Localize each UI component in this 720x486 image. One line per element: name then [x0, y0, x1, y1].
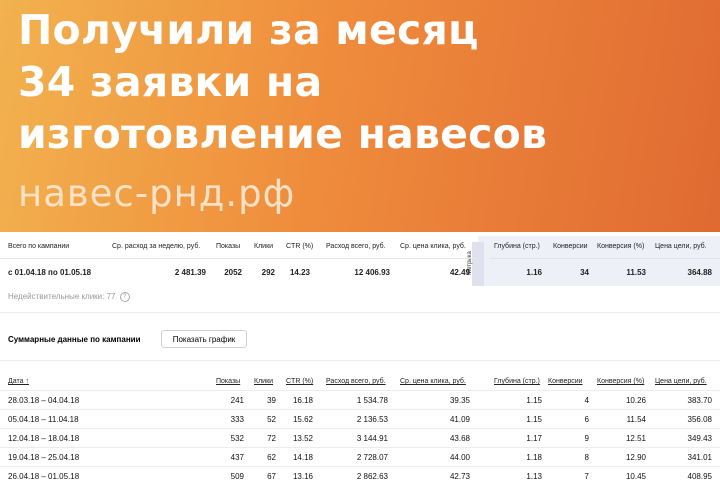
- summary-cpc: 42.49: [449, 268, 470, 277]
- cell-date: 28.03.18 – 04.04.18: [8, 396, 80, 405]
- cell-ctr: 15.62: [292, 415, 313, 424]
- cell-conv: 8: [584, 453, 589, 462]
- summary-header-spend: Расход всего, руб.: [326, 243, 386, 250]
- cell-conv: 6: [584, 415, 589, 424]
- cell-conv-pct: 12.90: [625, 453, 646, 462]
- cell-conv-pct: 11.54: [626, 415, 646, 424]
- cell-date: 05.04.18 – 11.04.18: [8, 415, 79, 424]
- summary-shows: 2052: [224, 268, 242, 277]
- summary-ctr: 14.23: [289, 268, 310, 277]
- column-header-date[interactable]: Дата ↑: [8, 378, 29, 385]
- summary-header-shows: Показы: [216, 243, 241, 250]
- summary-header-conv: Конверсии: [553, 243, 588, 250]
- invalid-clicks: Недействительные клики: 77 ?: [8, 292, 130, 302]
- cell-spend: 2 136.53: [356, 415, 388, 424]
- help-icon[interactable]: ?: [119, 292, 130, 302]
- cell-date: 12.04.18 – 18.04.18: [8, 434, 80, 443]
- column-header-shows[interactable]: Показы: [216, 378, 240, 385]
- summary-clicks: 292: [261, 268, 275, 277]
- cell-shows: 532: [230, 434, 244, 443]
- cell-clicks: 39: [267, 396, 276, 405]
- summary-weekly: 2 481.39: [174, 268, 206, 277]
- cell-date: 19.04.18 – 25.04.18: [8, 453, 80, 462]
- summary-header-campaign: Всего по кампании: [8, 243, 70, 250]
- table-row: 19.04.18 – 25.04.18 437 62 14.18 2 728.0…: [0, 447, 720, 467]
- summary-header-ctr: CTR (%): [286, 243, 314, 250]
- site-domain: навес-рнд.рф: [18, 172, 296, 215]
- cell-clicks: 72: [267, 434, 276, 443]
- cell-goal-price: 383.70: [687, 396, 712, 405]
- cell-goal-price: 341.01: [687, 453, 712, 462]
- summary-header-goal-price: Цена цели, руб.: [655, 243, 707, 250]
- divider: [0, 360, 720, 361]
- invalid-clicks-label: Недействительные клики: 77: [8, 292, 116, 302]
- cell-shows: 437: [230, 453, 244, 462]
- cell-shows: 241: [230, 396, 244, 405]
- cell-cpc: 41.09: [449, 415, 470, 424]
- summary-goal-price: 364.88: [687, 268, 712, 277]
- cell-clicks: 52: [267, 415, 276, 424]
- banner-headline: Получили за месяц 34 заявки на изготовле…: [18, 4, 547, 160]
- cell-cpc: 44.00: [449, 453, 470, 462]
- summary-header-conv-pct: Конверсия (%): [597, 243, 645, 250]
- direct-stats-panel: Метрика Всего по кампании Ср. расход за …: [0, 232, 720, 481]
- table-row: 28.03.18 – 04.04.18 241 39 16.18 1 534.7…: [0, 390, 720, 410]
- promo-banner: Получили за месяц 34 заявки на изготовле…: [0, 0, 720, 232]
- table-row: 12.04.18 – 18.04.18 532 72 13.52 3 144.9…: [0, 428, 720, 448]
- column-header-clicks[interactable]: Клики: [254, 378, 273, 385]
- show-chart-button[interactable]: Показать график: [161, 330, 247, 348]
- cell-goal-price: 349.43: [687, 434, 712, 443]
- cell-conv-pct: 10.26: [625, 396, 646, 405]
- column-header-conv-pct[interactable]: Конверсия (%): [597, 378, 644, 385]
- table-row: 05.04.18 – 11.04.18 333 52 15.62 2 136.5…: [0, 409, 720, 429]
- headline-line: 34 заявки на: [18, 58, 323, 106]
- cell-depth: 1.18: [526, 453, 542, 462]
- campaign-total-summary: Метрика Всего по кампании Ср. расход за …: [0, 236, 720, 286]
- headline-line: Получили за месяц: [18, 6, 479, 54]
- divider: [0, 312, 720, 313]
- cell-depth: 1.15: [526, 396, 542, 405]
- summary-conv-pct: 11.53: [626, 268, 646, 277]
- cell-shows: 333: [230, 415, 244, 424]
- cell-ctr: 13.52: [292, 434, 313, 443]
- campaign-summary-title: Суммарные данные по кампании: [8, 335, 141, 344]
- cell-cpc: 43.68: [449, 434, 470, 443]
- cell-conv: 4: [584, 396, 589, 405]
- metrika-toggle[interactable]: Метрика: [467, 242, 484, 286]
- cell-ctr: 14.18: [292, 453, 313, 462]
- cell-spend: 1 534.78: [356, 396, 388, 405]
- cell-depth: 1.17: [526, 434, 542, 443]
- cell-clicks: 62: [267, 453, 276, 462]
- summary-header-depth: Глубина (стр.): [494, 243, 540, 250]
- summary-depth: 1.16: [526, 268, 542, 277]
- cell-depth: 1.15: [526, 415, 542, 424]
- summary-spend: 12 406.93: [354, 268, 390, 277]
- column-header-conv[interactable]: Конверсии: [548, 378, 583, 385]
- cell-goal-price: 356.08: [687, 415, 712, 424]
- column-header-spend[interactable]: Расход всего, руб.: [326, 378, 386, 385]
- cell-spend: 3 144.91: [356, 434, 388, 443]
- cell-cpc: 39.35: [449, 396, 470, 405]
- headline-line: изготовление навесов: [18, 110, 548, 158]
- summary-header-weekly: Ср. расход за неделю, руб.: [112, 243, 201, 250]
- cell-spend: 2 728.07: [356, 453, 388, 462]
- column-header-goal-price[interactable]: Цена цели, руб.: [655, 378, 707, 385]
- table-row: 26.04.18 – 01.05.18 509 67 13.16 2 862.6…: [0, 466, 720, 486]
- cell-conv-pct: 12.51: [625, 434, 646, 443]
- cell-conv: 9: [584, 434, 589, 443]
- summary-header-clicks: Клики: [254, 243, 274, 250]
- column-header-cpc[interactable]: Ср. цена клика, руб.: [400, 378, 466, 385]
- cell-ctr: 16.18: [292, 396, 313, 405]
- summary-period: с 01.04.18 по 01.05.18: [8, 268, 92, 277]
- summary-conv: 34: [580, 268, 589, 277]
- column-header-ctr[interactable]: CTR (%): [286, 378, 313, 385]
- column-header-depth[interactable]: Глубина (стр.): [494, 378, 540, 385]
- summary-header-cpc: Ср. цена клика, руб.: [400, 243, 466, 250]
